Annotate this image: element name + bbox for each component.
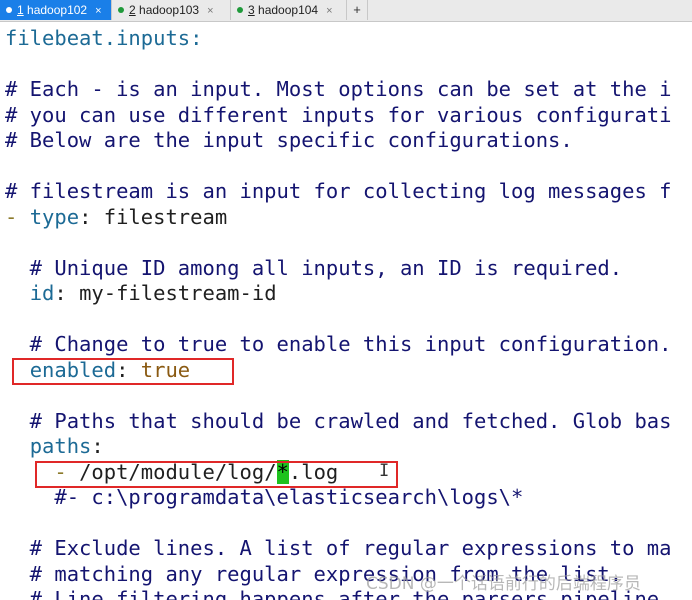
tab-number: 3 — [248, 3, 255, 17]
tab-hadoop104[interactable]: 3 hadoop104 × — [231, 0, 347, 20]
tab-number: 2 — [129, 3, 136, 17]
comment-line: # Unique ID among all inputs, an ID is r… — [5, 255, 623, 280]
close-icon[interactable]: × — [207, 5, 213, 17]
tab-label: hadoop102 — [23, 3, 88, 17]
comment-line: # filestream is an input for collecting … — [5, 179, 672, 203]
text-cursor: * — [276, 459, 289, 484]
comment-line: # Each - is an input. Most options can b… — [5, 77, 672, 101]
yaml-value: my-filestream-id — [79, 281, 277, 305]
tab-label: hadoop103 — [135, 3, 200, 17]
close-icon[interactable]: × — [326, 5, 332, 17]
comment-line: # Below are the input specific configura… — [5, 128, 573, 152]
code-line: filebeat.inputs: — [5, 26, 203, 50]
yaml-value: true — [140, 357, 191, 382]
code-line: enabled: true — [5, 358, 190, 384]
path-value: .log — [288, 459, 339, 484]
tab-label: hadoop104 — [254, 3, 319, 17]
code-line: - type: filestream — [5, 205, 227, 231]
tab-hadoop102[interactable]: 1 hadoop102 × — [0, 0, 112, 20]
mouse-ibeam-icon: I — [379, 461, 390, 481]
tab-hadoop103[interactable]: 2 hadoop103 × — [112, 0, 231, 20]
watermark: CSDN @一个话语前行的后端程序员 — [366, 574, 641, 594]
connected-status-icon — [6, 7, 12, 13]
yaml-key: id — [29, 281, 55, 305]
connected-status-icon — [118, 7, 124, 13]
comment-line: # Paths that should be crawled and fetch… — [5, 408, 672, 433]
yaml-key: paths — [29, 434, 92, 458]
comment-line: #- c:\programdata\elasticsearch\logs\* — [5, 485, 524, 509]
yaml-colon: : — [116, 357, 141, 382]
yaml-key: enabled — [29, 357, 117, 382]
tab-number: 1 — [17, 3, 24, 17]
connected-status-icon — [237, 7, 243, 13]
new-tab-button[interactable]: + — [347, 0, 368, 20]
comment-line: # Change to true to enable this input co… — [5, 332, 672, 356]
code-line: id: my-filestream-id — [5, 281, 277, 307]
list-dash: - — [5, 459, 80, 484]
comment-line: # you can use different inputs for vario… — [5, 102, 672, 127]
path-value: /opt/module/log/ — [79, 459, 277, 484]
yaml-key: type — [29, 204, 80, 229]
yaml-colon: : — [54, 281, 80, 305]
comment-line: # Exclude lines. A list of regular expre… — [5, 536, 672, 560]
tab-bar: 1 hadoop102 × 2 hadoop103 × 3 hadoop104 × + — [0, 0, 692, 22]
code-line: - /opt/module/log/*.log — [5, 459, 339, 486]
code-line: paths: — [5, 434, 104, 460]
yaml-colon: : — [91, 434, 104, 458]
yaml-colon: : — [79, 204, 104, 229]
yaml-value: filestream — [103, 204, 228, 229]
close-icon[interactable]: × — [95, 5, 101, 17]
terminal-editor[interactable]: filebeat.inputs: # Each - is an input. M… — [0, 22, 692, 600]
list-dash: - — [5, 204, 30, 229]
